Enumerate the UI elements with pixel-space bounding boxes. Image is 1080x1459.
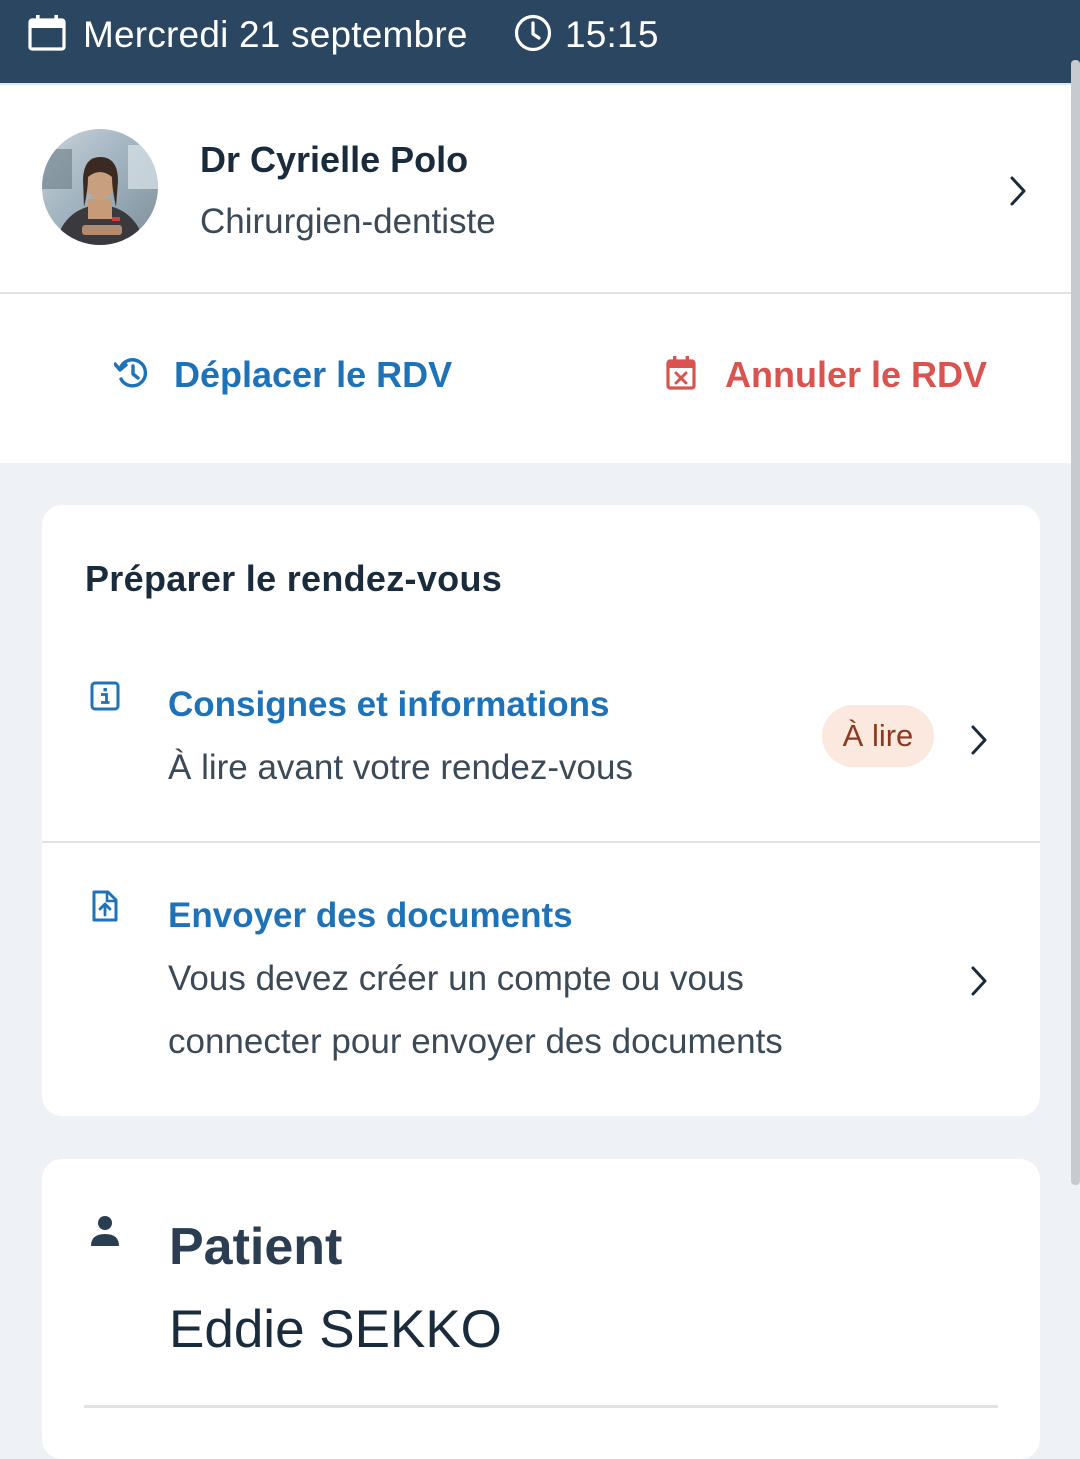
- move-appointment-button[interactable]: Déplacer le RDV: [113, 354, 453, 396]
- person-icon: [90, 1215, 120, 1252]
- divider: [84, 1405, 998, 1408]
- appointment-header: Mercredi 21 septembre 15:15: [0, 0, 1080, 83]
- calendar-icon: [28, 14, 66, 56]
- cancel-appointment-button[interactable]: Annuler le RDV: [665, 354, 987, 396]
- send-documents-title: Envoyer des documents: [168, 896, 573, 935]
- prepare-title: Préparer le rendez-vous: [85, 558, 503, 599]
- list-item-instructions[interactable]: Consignes et informations À lire avant v…: [42, 645, 1040, 843]
- cancel-appointment-label: Annuler le RDV: [725, 354, 988, 395]
- doctor-avatar: [42, 129, 158, 245]
- move-appointment-label: Déplacer le RDV: [174, 354, 453, 395]
- history-icon: [113, 355, 150, 396]
- patient-label: Patient: [169, 1218, 343, 1276]
- send-documents-subtitle: Vous devez créer un compte ou vous conne…: [168, 959, 783, 1061]
- scrollbar[interactable]: [1071, 60, 1080, 1185]
- appointment-date: Mercredi 21 septembre: [28, 0, 468, 70]
- chevron-right-icon: [967, 963, 991, 1004]
- instructions-title: Consignes et informations: [168, 685, 610, 724]
- status-badge: À lire: [822, 705, 934, 767]
- file-upload-icon: [90, 889, 120, 928]
- appointment-time: 15:15: [514, 0, 659, 70]
- patient-card: Patient Eddie SEKKO: [42, 1159, 1040, 1459]
- chevron-right-icon: [967, 722, 991, 763]
- prepare-appointment-card: Préparer le rendez-vous Consignes et inf…: [42, 505, 1040, 1116]
- info-icon: [90, 681, 120, 716]
- appointment-time-text: 15:15: [565, 14, 659, 55]
- clock-icon: [514, 14, 552, 57]
- calendar-cancel-icon: [665, 355, 697, 396]
- appointment-date-text: Mercredi 21 septembre: [83, 14, 468, 55]
- doctor-card[interactable]: Dr Cyrielle Polo Chirurgien-dentiste: [0, 83, 1080, 294]
- list-item-send-documents[interactable]: Envoyer des documents Vous devez créer u…: [42, 843, 1040, 1116]
- doctor-name: Dr Cyrielle Polo: [200, 139, 469, 180]
- appointment-actions: Déplacer le RDV Annuler le RDV: [0, 294, 1080, 463]
- chevron-right-icon[interactable]: [1006, 173, 1030, 214]
- doctor-specialty: Chirurgien-dentiste: [200, 202, 496, 241]
- patient-name: Eddie SEKKO: [169, 1300, 502, 1359]
- instructions-subtitle: À lire avant votre rendez-vous: [168, 748, 633, 787]
